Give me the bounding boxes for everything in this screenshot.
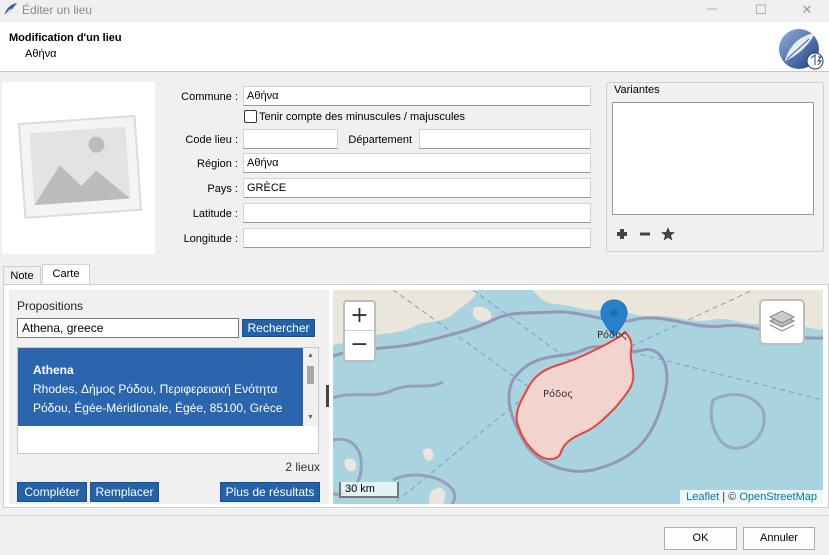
zoom-out-button[interactable]: − <box>345 331 374 360</box>
cancel-button[interactable]: Annuler <box>743 527 815 550</box>
propositions-title: Propositions <box>17 299 84 313</box>
ok-button[interactable]: OK <box>664 527 737 550</box>
result-line-1: Rhodes, Δήμος Ρόδου, Περιφερειακή Ενότητ… <box>33 382 278 396</box>
photo-placeholder[interactable] <box>2 82 155 254</box>
plus-icon[interactable] <box>614 226 630 242</box>
star-icon[interactable] <box>660 226 676 242</box>
map-label-city: Ρόδος <box>597 330 628 341</box>
image-placeholder-icon <box>17 114 143 219</box>
dialog-header: Modification d'un lieu Αθήνα <box>0 22 829 72</box>
tab-carte[interactable]: Carte <box>42 264 90 285</box>
osm-link[interactable]: OpenStreetMap <box>739 491 817 503</box>
zoom-in-button[interactable]: + <box>345 302 374 331</box>
case-sensitive-checkbox[interactable] <box>244 110 257 123</box>
map-tiles <box>333 290 823 504</box>
search-input[interactable]: Athena, greece <box>17 318 239 338</box>
layers-icon <box>768 310 796 332</box>
app-icon <box>3 3 17 17</box>
departement-input[interactable] <box>419 129 591 149</box>
variants-list[interactable] <box>612 102 814 215</box>
scroll-up-arrow-icon[interactable]: ▲ <box>303 350 318 362</box>
map-label-island: Ρόδος <box>543 389 574 400</box>
more-results-button[interactable]: Plus de résultats <box>220 482 320 502</box>
dialog-title: Modification d'un lieu <box>9 32 122 44</box>
map-attribution: Leaflet | © OpenStreetMap <box>680 490 823 504</box>
code-lieu-label: Code lieu : <box>185 134 238 146</box>
longitude-label: Longitude : <box>183 233 238 245</box>
close-button[interactable]: ✕ <box>784 0 829 22</box>
layers-button[interactable] <box>759 299 805 345</box>
result-name: Athena <box>33 363 74 377</box>
pays-input[interactable]: GRÈCE <box>243 178 591 198</box>
departement-label: Département <box>348 134 412 146</box>
result-line-2: Ρόδου, Égée-Méridionale, Égée, 85100, Gr… <box>33 401 283 415</box>
longitude-input[interactable] <box>243 228 591 248</box>
zoom-control: + − <box>343 300 376 362</box>
pays-label: Pays : <box>207 183 238 195</box>
region-input[interactable]: Αθήνα <box>243 153 591 173</box>
results-scrollbar[interactable]: ▲ ▼ <box>303 348 318 426</box>
commune-input[interactable]: Αθήνα <box>243 86 591 106</box>
search-button[interactable]: Rechercher <box>242 319 315 337</box>
complete-button[interactable]: Compléter <box>17 482 87 502</box>
case-sensitive-label: Tenir compte des minuscules / majuscules <box>259 111 466 123</box>
leaflet-link[interactable]: Leaflet <box>686 491 719 503</box>
tab-note[interactable]: Note <box>3 266 41 285</box>
map-scale: 30 km <box>339 482 399 498</box>
attribution-separator: | © <box>719 491 740 503</box>
title-bar: Éditer un lieu ☐ ✕ <box>0 0 829 22</box>
latitude-input[interactable] <box>243 203 591 223</box>
region-label: Région : <box>197 158 238 170</box>
window-title: Éditer un lieu <box>22 3 93 17</box>
result-count: 2 lieux <box>285 460 320 474</box>
latitude-label: Latitude : <box>192 208 238 220</box>
app-logo <box>779 29 824 70</box>
code-lieu-input[interactable] <box>243 129 338 149</box>
scroll-down-arrow-icon[interactable]: ▼ <box>303 412 318 424</box>
variants-title: Variantes <box>612 84 662 96</box>
scroll-thumb[interactable] <box>307 366 314 384</box>
maximize-button[interactable]: ☐ <box>738 0 784 22</box>
commune-label: Commune : <box>181 91 238 103</box>
minus-icon[interactable] <box>637 226 653 242</box>
list-item[interactable]: Athena Rhodes, Δήμος Ρόδου, Περιφερειακή… <box>18 348 303 426</box>
minimize-icon <box>707 8 717 10</box>
map-view[interactable]: Ρόδος Ρόδος + − 30 km Leaflet | © OpenSt… <box>333 290 823 504</box>
pane-splitter[interactable] <box>326 385 329 407</box>
minimize-button[interactable] <box>689 0 735 22</box>
dialog-subtitle: Αθήνα <box>25 48 57 60</box>
replace-button[interactable]: Remplacer <box>90 482 159 502</box>
